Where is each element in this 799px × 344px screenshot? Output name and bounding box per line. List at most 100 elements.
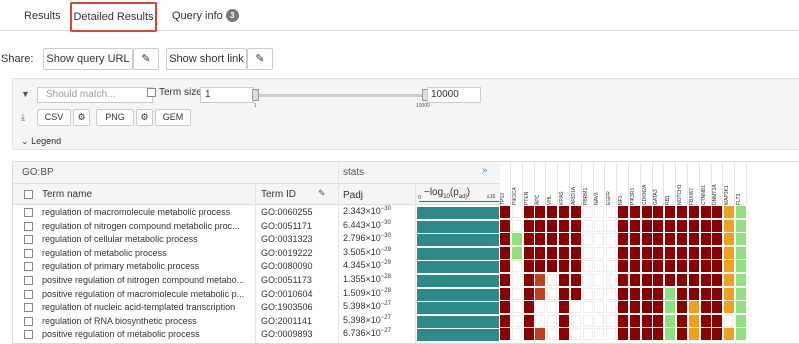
- table-row[interactable]: regulation of metabolic process GO:001922…: [13, 247, 500, 261]
- heatmap-cell: [511, 287, 522, 300]
- gem-button[interactable]: GEM: [155, 109, 191, 126]
- should-match-input[interactable]: Should match...: [37, 87, 153, 103]
- term-size-slider[interactable]: [256, 94, 427, 97]
- term-name-cell[interactable]: regulation of RNA biosynthetic process: [42, 316, 254, 326]
- term-name-cell[interactable]: regulation of metabolic process: [42, 248, 254, 258]
- stats-header: stats: [343, 167, 365, 178]
- heatmap-cell: [736, 206, 746, 218]
- table-row[interactable]: regulation of cellular metabolic process…: [13, 233, 500, 247]
- heatmap-cell: [629, 301, 640, 314]
- gene-heatmap: TP53 PIK3CA PTEN APC VHL KRAS ARID1A PBRM1 NAV3 E…: [500, 162, 799, 343]
- copy-query-url-button[interactable]: ✎: [133, 48, 159, 70]
- table-row[interactable]: regulation of nucleic acid-templated tra…: [13, 301, 500, 315]
- term-name-header[interactable]: Term name: [42, 189, 92, 200]
- term-name-cell[interactable]: positive regulation of metabolic process: [42, 329, 254, 339]
- heatmap-cell: [523, 260, 534, 273]
- term-id-cell[interactable]: GO:0009893: [261, 329, 313, 339]
- gene-column-header: PIK3R1: [630, 162, 641, 205]
- term-id-cell[interactable]: GO:0080090: [261, 261, 313, 271]
- show-query-url-button[interactable]: Show query URL: [43, 48, 133, 70]
- term-name-cell[interactable]: regulation of macromolecule metabolic pr…: [42, 207, 254, 217]
- heatmap-cell: [665, 274, 676, 286]
- heatmap-cell: [500, 328, 510, 341]
- heatmap-cell: [724, 260, 735, 273]
- select-all-checkbox[interactable]: [24, 190, 33, 199]
- heatmap-cell: [547, 260, 558, 273]
- filter-panel: ▼ Should match... Term size 1 1 10000 10…: [12, 78, 799, 150]
- term-id-cell[interactable]: GO:0019222: [261, 248, 313, 258]
- heatmap-cell: [712, 206, 723, 218]
- tab-detailed-results[interactable]: Detailed Results: [70, 2, 157, 32]
- heatmap-cell: [547, 287, 558, 300]
- gene-column-header: RB1: [665, 162, 677, 205]
- term-id-cell[interactable]: GO:0051173: [261, 275, 312, 285]
- gene-column-header: NOTCH1: [677, 162, 688, 205]
- tab-query-info[interactable]: Query info 3: [172, 2, 239, 31]
- table-row[interactable]: regulation of nitrogen compound metaboli…: [13, 220, 500, 234]
- legend-toggle[interactable]: ⌄ Legend: [21, 136, 61, 147]
- row-checkbox[interactable]: [24, 330, 33, 340]
- row-checkbox[interactable]: [24, 221, 33, 231]
- table-row[interactable]: positive regulation of metabolic process…: [13, 328, 500, 342]
- term-id-header[interactable]: Term ID: [261, 189, 296, 200]
- row-checkbox[interactable]: [24, 289, 33, 299]
- term-name-cell[interactable]: regulation of cellular metabolic process: [42, 234, 254, 244]
- heatmap-cell: [559, 287, 569, 300]
- heatmap-cell: [712, 246, 723, 259]
- row-checkbox[interactable]: [24, 316, 33, 326]
- row-checkbox[interactable]: [24, 248, 33, 258]
- png-button[interactable]: PNG: [96, 109, 134, 126]
- term-size-min-input[interactable]: 1: [200, 87, 254, 103]
- row-checkbox[interactable]: [24, 262, 33, 272]
- term-id-cell[interactable]: GO:0060255: [261, 207, 313, 217]
- heatmap-cell: [653, 246, 664, 259]
- png-settings-button[interactable]: ⚙: [136, 109, 153, 126]
- heatmap-cell: [594, 219, 605, 232]
- padj-header[interactable]: Padj: [343, 190, 363, 201]
- term-id-cell[interactable]: GO:0010604: [261, 289, 313, 299]
- table-row[interactable]: positive regulation of macromolecule met…: [13, 288, 500, 302]
- heatmap-cell: [736, 260, 746, 273]
- term-name-cell[interactable]: regulation of primary metabolic process: [42, 261, 254, 271]
- gene-label: EGFR: [606, 191, 613, 205]
- row-checkbox[interactable]: [24, 235, 33, 245]
- term-id-cell[interactable]: GO:2001141: [261, 316, 312, 326]
- term-id-cell[interactable]: GO:0051171: [261, 221, 312, 231]
- tab-results[interactable]: Results: [24, 2, 61, 31]
- heatmap-cell: [677, 260, 687, 273]
- heatmap-cell: [594, 314, 605, 327]
- heatmap-cell: [653, 219, 664, 232]
- term-size-checkbox[interactable]: [147, 88, 156, 97]
- heatmap-cell: [736, 219, 746, 232]
- table-row[interactable]: regulation of primary metabolic process G…: [13, 260, 500, 274]
- term-name-cell[interactable]: regulation of nucleic acid-templated tra…: [42, 302, 254, 312]
- term-size-max-input[interactable]: 10000: [427, 87, 481, 103]
- expand-icon[interactable]: »: [482, 165, 488, 176]
- table-row[interactable]: regulation of RNA biosynthetic process GO…: [13, 315, 500, 329]
- source-label: GO:BP: [22, 167, 54, 178]
- row-checkbox[interactable]: [24, 208, 33, 217]
- heatmap-cell: [547, 301, 558, 314]
- csv-settings-button[interactable]: ⚙: [73, 109, 90, 126]
- term-size-slider-min-handle[interactable]: [252, 89, 259, 101]
- term-id-cell[interactable]: GO:0031323: [261, 234, 313, 244]
- heatmap-cell: [641, 219, 652, 232]
- chevron-down-icon: ⌄: [21, 136, 29, 146]
- heatmap-cell: [653, 206, 664, 218]
- term-name-cell[interactable]: positive regulation of macromolecule met…: [42, 289, 254, 299]
- sort-icon[interactable]: ✎: [318, 188, 326, 199]
- copy-short-link-button[interactable]: ✎: [247, 48, 273, 70]
- table-row[interactable]: regulation of macromolecule metabolic pr…: [13, 206, 500, 220]
- term-name-cell[interactable]: regulation of nitrogen compound metaboli…: [42, 221, 254, 231]
- row-checkbox[interactable]: [24, 276, 33, 285]
- heatmap-cell: [629, 260, 640, 273]
- term-name-cell[interactable]: positive regulation of nitrogen compound…: [42, 275, 254, 285]
- heatmap-cell: [688, 274, 699, 286]
- heatmap-cell: [700, 260, 711, 273]
- heatmap-cell: [547, 246, 558, 259]
- show-short-link-button[interactable]: Show short link: [166, 48, 247, 70]
- csv-button[interactable]: CSV: [37, 109, 71, 126]
- row-checkbox[interactable]: [24, 303, 33, 313]
- term-id-cell[interactable]: GO:1903506: [261, 302, 313, 312]
- table-row[interactable]: positive regulation of nitrogen compound…: [13, 274, 500, 288]
